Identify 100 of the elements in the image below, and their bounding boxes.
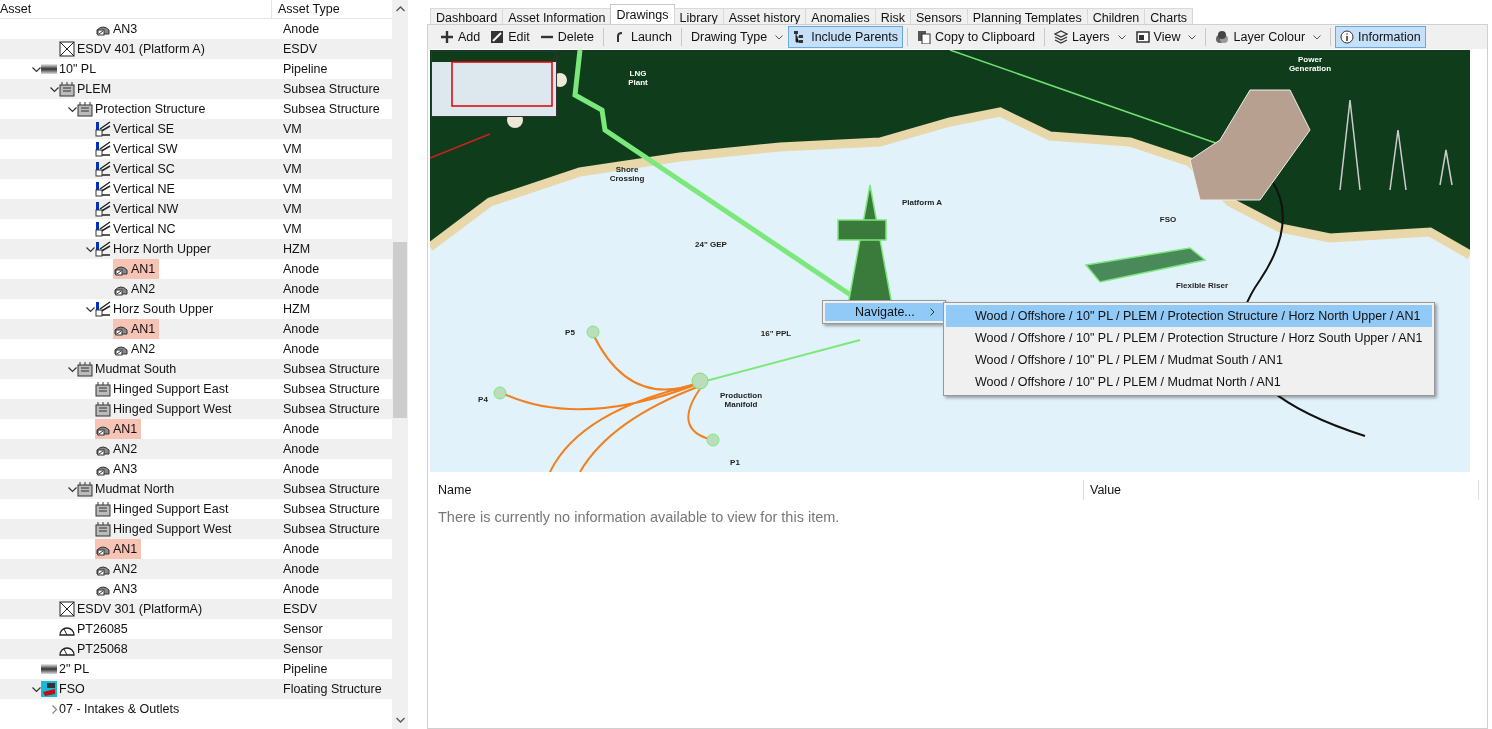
structure-icon bbox=[95, 381, 111, 397]
collapse-chevron-icon[interactable] bbox=[32, 64, 41, 74]
tree-item[interactable]: AN1 bbox=[131, 262, 156, 276]
collapse-chevron-icon[interactable] bbox=[32, 684, 41, 694]
asset-type-cell-text: Pipeline bbox=[282, 662, 328, 676]
tree-item[interactable]: PT25068 bbox=[77, 642, 128, 656]
toolbar-button[interactable]: Information bbox=[1335, 26, 1426, 48]
view-icon bbox=[1135, 30, 1150, 44]
asset-type-cell-text: Floating Structure bbox=[282, 682, 382, 696]
asset-type-cell-text: Anode bbox=[282, 342, 320, 356]
scroll-down-icon[interactable] bbox=[395, 717, 405, 723]
tree-item[interactable]: Vertical NW bbox=[113, 202, 179, 216]
dropdown-button[interactable]: Layer Colour bbox=[1210, 26, 1327, 48]
tree-item[interactable]: Vertical SW bbox=[113, 142, 178, 156]
minimap[interactable] bbox=[431, 51, 557, 117]
menu-item[interactable]: Wood / Offshore / 10" PL / PLEM / Mudmat North / AN1 bbox=[946, 371, 1432, 393]
tree-item[interactable]: AN2 bbox=[131, 282, 156, 296]
column-header[interactable]: Asset Type bbox=[272, 2, 340, 16]
asset-type-cell-text: VM bbox=[282, 182, 302, 196]
toolbar-button[interactable]: Include Parents bbox=[788, 26, 903, 48]
tree-item[interactable]: AN3 bbox=[113, 582, 138, 596]
tab[interactable]: Dashboard bbox=[430, 8, 504, 24]
member-icon bbox=[95, 121, 111, 137]
tree-item[interactable]: Horz South Upper bbox=[113, 302, 214, 316]
collapse-chevron-icon[interactable] bbox=[86, 244, 95, 254]
tree-item[interactable]: Vertical SC bbox=[113, 162, 175, 176]
map-label: LNG Plant bbox=[627, 68, 649, 88]
asset-type-cell-text: Subsea Structure bbox=[282, 102, 380, 116]
tree-item[interactable]: 07 - Intakes & Outlets bbox=[59, 702, 180, 716]
collapse-chevron-icon[interactable] bbox=[68, 364, 77, 374]
tree-item[interactable]: ESDV 401 (Platform A) bbox=[77, 42, 205, 56]
map-label: P1 bbox=[730, 458, 740, 468]
tab[interactable]: Charts bbox=[1144, 8, 1194, 24]
info-icon bbox=[1340, 30, 1355, 44]
tree-item[interactable]: AN2 bbox=[131, 342, 156, 356]
tab[interactable]: Drawings bbox=[610, 4, 675, 24]
dropdown-button[interactable]: Drawing Type bbox=[685, 26, 789, 48]
tree-item[interactable]: AN3 bbox=[113, 462, 138, 476]
tab[interactable]: Children bbox=[1086, 8, 1146, 24]
menu-item[interactable]: Wood / Offshore / 10" PL / PLEM / Protection Structure / Horz North Upper / AN1 bbox=[946, 305, 1432, 327]
tab[interactable]: Anomalies bbox=[805, 8, 876, 24]
toolbar-button[interactable]: Copy to Clipboard bbox=[912, 26, 1041, 48]
tree-item[interactable]: ESDV 301 (PlatformA) bbox=[77, 602, 203, 616]
esdv-icon bbox=[59, 41, 75, 57]
tree-item[interactable]: Protection Structure bbox=[95, 102, 206, 116]
tree-item[interactable]: FSO bbox=[59, 682, 85, 696]
tree-item[interactable]: Vertical SE bbox=[113, 122, 175, 136]
map-label: 24" GEP bbox=[695, 240, 727, 250]
colour-icon bbox=[1215, 30, 1230, 44]
menu-item[interactable]: Navigate... bbox=[825, 303, 943, 321]
tree-item[interactable]: 2" PL bbox=[59, 662, 90, 676]
asset-type-cell-text: VM bbox=[282, 202, 302, 216]
tree-item[interactable]: Mudmat South bbox=[95, 362, 177, 376]
collapse-chevron-icon[interactable] bbox=[86, 304, 95, 314]
scrollbar-thumb[interactable] bbox=[393, 242, 407, 418]
collapse-chevron-icon[interactable] bbox=[68, 484, 77, 494]
collapse-chevron-icon[interactable] bbox=[68, 104, 77, 114]
asset-type-cell-text: VM bbox=[282, 122, 302, 136]
tree-item[interactable]: Hinged Support West bbox=[113, 522, 232, 536]
tree-item[interactable]: AN1 bbox=[113, 422, 138, 436]
tree-item[interactable]: PT26085 bbox=[77, 622, 128, 636]
tree-item[interactable]: Hinged Support East bbox=[113, 382, 229, 396]
tree-item[interactable]: Horz North Upper bbox=[113, 242, 211, 256]
tab[interactable]: Asset Information bbox=[502, 8, 612, 24]
esdv-icon bbox=[59, 601, 75, 617]
dropdown-button[interactable]: Layers bbox=[1049, 26, 1131, 48]
toolbar-button[interactable]: Edit bbox=[485, 26, 535, 48]
asset-type-cell-text: Anode bbox=[282, 322, 320, 336]
tab[interactable]: Sensors bbox=[910, 8, 968, 24]
asset-type-cell-text: Subsea Structure bbox=[282, 502, 380, 516]
tree-item[interactable]: Hinged Support West bbox=[113, 402, 232, 416]
tree-item[interactable]: AN3 bbox=[113, 22, 138, 36]
tab[interactable]: Asset history bbox=[722, 8, 807, 24]
tab[interactable]: Planning Templates bbox=[966, 8, 1088, 24]
toolbar-button[interactable]: Add bbox=[435, 26, 486, 48]
dropdown-button[interactable]: View bbox=[1130, 26, 1202, 48]
tree-item[interactable]: Mudmat North bbox=[95, 482, 175, 496]
collapse-chevron-icon[interactable] bbox=[50, 84, 59, 94]
tree-item[interactable]: Vertical NE bbox=[113, 182, 175, 196]
map-label: Platform A bbox=[901, 198, 943, 208]
tree-item[interactable]: PLEM bbox=[77, 82, 112, 96]
tab[interactable]: Library bbox=[673, 8, 724, 24]
tree-item[interactable]: AN2 bbox=[113, 562, 138, 576]
toolbar-button[interactable]: Launch bbox=[607, 26, 677, 48]
toolbar-button[interactable]: Delete bbox=[534, 26, 599, 48]
tree-item[interactable]: 10" PL bbox=[59, 62, 97, 76]
tree-item[interactable]: Hinged Support East bbox=[113, 502, 229, 516]
menu-item[interactable]: Wood / Offshore / 10" PL / PLEM / Mudmat South / AN1 bbox=[946, 349, 1432, 371]
pencil-icon bbox=[490, 30, 505, 44]
tree-item[interactable]: AN2 bbox=[113, 442, 138, 456]
expand-chevron-icon[interactable] bbox=[50, 704, 59, 714]
menu-item[interactable]: Wood / Offshore / 10" PL / PLEM / Protection Structure / Horz South Upper / AN1 bbox=[946, 327, 1432, 349]
caret-icon bbox=[775, 34, 784, 40]
scroll-up-icon[interactable] bbox=[395, 6, 405, 12]
tree-item[interactable]: Vertical NC bbox=[113, 222, 176, 236]
column-header[interactable]: Asset bbox=[0, 2, 32, 16]
pipeline-icon bbox=[41, 61, 57, 77]
tree-item[interactable]: AN1 bbox=[131, 322, 156, 336]
asset-type-cell-text: Anode bbox=[282, 582, 320, 596]
tree-item[interactable]: AN1 bbox=[113, 542, 138, 556]
